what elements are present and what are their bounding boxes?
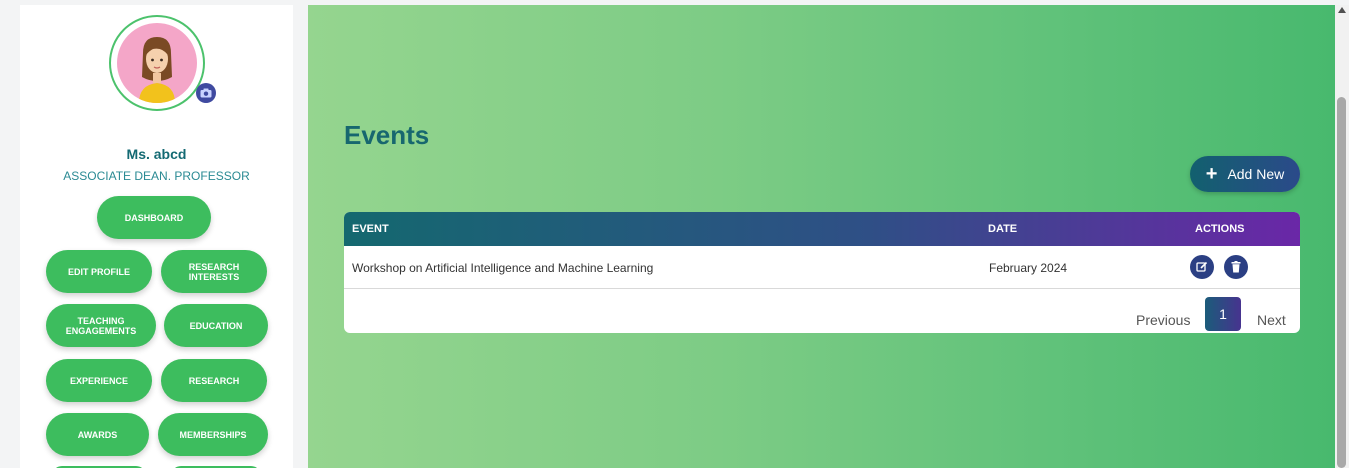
edit-icon [1196,261,1208,272]
plus-icon: + [1205,163,1218,185]
table-header: EVENT DATE ACTIONS [344,212,1300,246]
event-name-cell: Workshop on Artificial Intelligence and … [352,261,654,275]
change-photo-button[interactable] [196,83,216,103]
event-date-cell: February 2024 [989,261,1068,275]
camera-icon [200,88,212,98]
events-table: EVENT DATE ACTIONS Workshop on Artificia… [344,212,1300,333]
avatar [117,23,197,103]
nav-memberships-button[interactable]: MEMBERSHIPS [158,413,268,456]
scroll-up-arrow-icon[interactable] [1338,7,1346,13]
profile-role: ASSOCIATE DEAN. PROFESSOR [63,169,250,183]
header-date: DATE [988,223,1018,235]
nav-education-button[interactable]: EDUCATION [164,304,268,347]
scroll-thumb[interactable] [1337,97,1346,468]
nav-dashboard-button[interactable]: DASHBOARD [97,196,211,239]
sidebar: Ms. abcd ASSOCIATE DEAN. PROFESSOR DASHB… [20,5,293,468]
nav-awards-button[interactable]: AWARDS [46,413,149,456]
add-new-button[interactable]: + Add New [1190,156,1300,192]
avatar-illustration [139,37,175,103]
add-new-label: Add New [1227,166,1285,182]
page-scrollbar[interactable] [1335,5,1349,468]
header-actions: ACTIONS [1195,223,1245,235]
trash-icon [1231,261,1241,273]
nav-teaching-engagements-button[interactable]: TEACHING ENGAGEMENTS [46,304,156,347]
page-title: Events [344,120,430,150]
nav-edit-profile-button[interactable]: EDIT PROFILE [46,250,152,293]
main-content: Events + Add New EVENT DATE ACTIONS Work… [308,5,1335,468]
edit-event-button[interactable] [1190,255,1214,279]
pagination-current-page[interactable]: 1 [1205,297,1241,331]
pagination-previous[interactable]: Previous [1136,312,1190,328]
pagination-next[interactable]: Next [1257,312,1286,328]
avatar-ring [109,15,205,111]
delete-event-button[interactable] [1224,255,1248,279]
nav-experience-button[interactable]: EXPERIENCE [46,359,152,402]
table-row: Workshop on Artificial Intelligence and … [344,246,1300,289]
nav-research-button[interactable]: RESEARCH [161,359,267,402]
nav-research-interests-button[interactable]: RESEARCH INTERESTS [161,250,267,293]
header-event: EVENT [352,223,389,235]
profile-name: Ms. abcd [126,146,187,162]
